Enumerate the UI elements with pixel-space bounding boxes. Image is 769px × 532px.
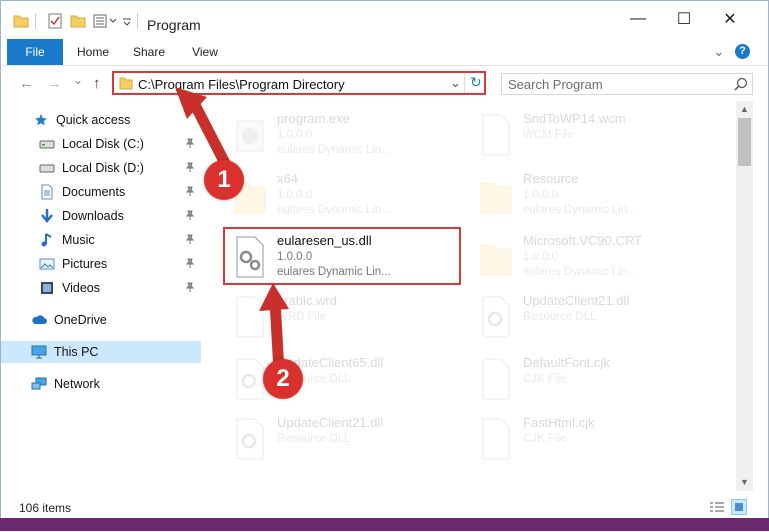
explorer-window: Program — ☐ ✕ File Home Share View ⌄ ? ←… <box>0 0 769 531</box>
callout-step-1: 1 <box>204 160 244 200</box>
annotation-arrows <box>175 87 289 377</box>
arrow-head-2 <box>259 283 289 311</box>
callout-step-2: 2 <box>263 359 303 399</box>
desktop-background <box>0 518 769 531</box>
